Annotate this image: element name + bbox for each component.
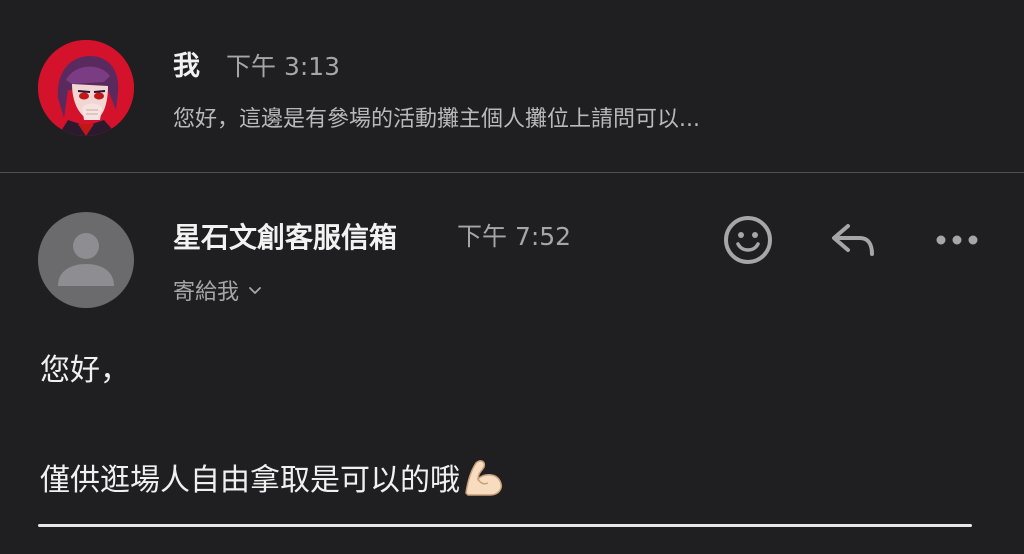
more-options-button[interactable] bbox=[930, 213, 984, 267]
reply-button[interactable] bbox=[826, 213, 880, 267]
email-thread-view: 我 下午 3:13 您好，這邊是有參場的活動攤主個人攤位上請問可以... 星石文… bbox=[0, 0, 1024, 554]
default-person-icon bbox=[58, 233, 114, 286]
message-greeting: 您好， bbox=[40, 353, 130, 388]
bottom-separator bbox=[38, 524, 972, 527]
chevron-down-icon bbox=[249, 287, 261, 294]
recipient-label: 寄給我 bbox=[173, 280, 240, 305]
recipient-details-toggle[interactable]: 寄給我 bbox=[173, 274, 263, 306]
message-time: 下午 3:13 bbox=[226, 52, 341, 81]
emoji-reaction-button[interactable] bbox=[721, 213, 775, 267]
sender-name: 星石文創客服信箱 bbox=[173, 221, 398, 254]
message-time: 下午 7:52 bbox=[457, 222, 572, 251]
avatar[interactable] bbox=[38, 212, 134, 308]
message-body-text: 僅供逛場人自由拿取是可以的哦 bbox=[40, 463, 460, 498]
user-avatar-illustration bbox=[38, 40, 134, 136]
collapsed-message[interactable]: 我 下午 3:13 您好，這邊是有參場的活動攤主個人攤位上請問可以... bbox=[0, 0, 1024, 172]
sender-name: 我 bbox=[173, 51, 200, 82]
flexed-biceps-emoji bbox=[465, 460, 502, 496]
message-body: 僅供逛場人自由拿取是可以的哦 bbox=[40, 455, 506, 499]
message-snippet: 您好，這邊是有參場的活動攤主個人攤位上請問可以... bbox=[173, 107, 700, 132]
emoji-reaction-icon bbox=[724, 216, 772, 264]
more-icon bbox=[936, 235, 978, 245]
reply-icon bbox=[832, 224, 874, 256]
avatar[interactable] bbox=[38, 40, 134, 136]
message-divider bbox=[0, 172, 1024, 173]
